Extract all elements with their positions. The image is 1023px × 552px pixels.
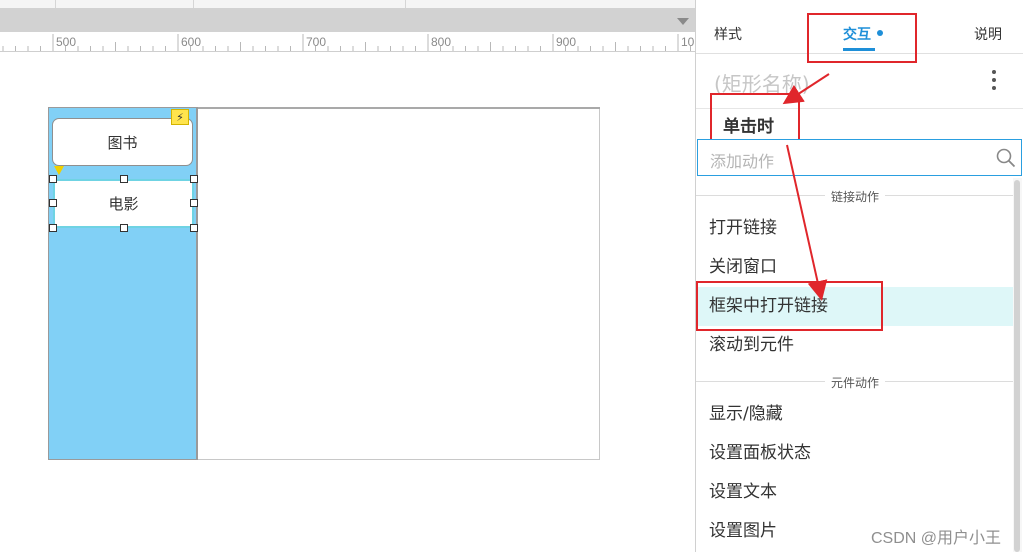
action-set-panel-state[interactable]: 设置面板状态 [696, 434, 1014, 473]
annotation-box-event [710, 93, 800, 142]
ruler-label: 600 [181, 35, 202, 49]
more-options-icon[interactable] [986, 70, 1002, 90]
action-set-text[interactable]: 设置文本 [696, 473, 1014, 512]
resize-handle[interactable] [49, 199, 57, 207]
ruler-label: 900 [556, 35, 577, 49]
search-icon[interactable] [996, 148, 1016, 168]
ruler-label: 800 [431, 35, 452, 49]
resize-handle[interactable] [120, 224, 128, 232]
page-tab-bar [0, 8, 695, 32]
annotation-box-tab [807, 13, 917, 63]
design-canvas[interactable]: 500 600 700 800 900 10 图书 ⚡ 电影 [0, 0, 695, 552]
resize-handle[interactable] [49, 175, 57, 183]
inspector-panel: 样式 交互 说明 (矩形名称) 单击时 添加动作 链接动作 打开链接 关闭窗口 … [695, 0, 1023, 552]
section-header-link-actions: 链接动作 [696, 188, 1014, 204]
scrollbar[interactable] [1013, 178, 1022, 552]
horizontal-ruler: 500 600 700 800 900 10 [0, 32, 695, 52]
scrollbar-thumb[interactable] [1014, 180, 1020, 552]
tab-dropdown-icon[interactable] [677, 18, 689, 25]
action-scroll-to-widget[interactable]: 滚动到元件 [696, 326, 1014, 365]
top-strip [0, 0, 695, 8]
lightning-icon[interactable]: ⚡ [171, 109, 189, 125]
tab-notes[interactable]: 说明 [974, 24, 1002, 44]
resize-handle[interactable] [190, 199, 198, 207]
note-marker-icon [54, 166, 64, 175]
movies-button-label: 电影 [108, 195, 139, 213]
section-label: 链接动作 [824, 190, 885, 204]
resize-handle[interactable] [190, 175, 198, 183]
ruler-label: 700 [306, 35, 327, 49]
watermark: CSDN @用户小王 [871, 530, 1002, 547]
books-button-label: 图书 [107, 133, 138, 152]
ruler-ticks [2, 34, 691, 51]
ruler-label: 10 [681, 35, 695, 49]
app-window: 500 600 700 800 900 10 图书 ⚡ 电影 样式 交互 说明 … [0, 0, 1023, 552]
add-action-search-input[interactable]: 添加动作 [697, 139, 1022, 176]
section-label: 元件动作 [824, 376, 885, 390]
ruler-label: 500 [56, 35, 77, 49]
resize-handle[interactable] [49, 224, 57, 232]
resize-handle[interactable] [190, 224, 198, 232]
search-placeholder: 添加动作 [710, 152, 775, 171]
books-button[interactable]: 图书 [52, 118, 193, 166]
tab-style[interactable]: 样式 [714, 24, 742, 44]
section-header-widget-actions: 元件动作 [696, 374, 1014, 390]
annotation-box-action [696, 281, 883, 331]
movies-button[interactable]: 电影 [53, 179, 194, 228]
action-open-link[interactable]: 打开链接 [696, 209, 1014, 248]
action-show-hide[interactable]: 显示/隐藏 [696, 395, 1014, 434]
resize-handle[interactable] [120, 175, 128, 183]
